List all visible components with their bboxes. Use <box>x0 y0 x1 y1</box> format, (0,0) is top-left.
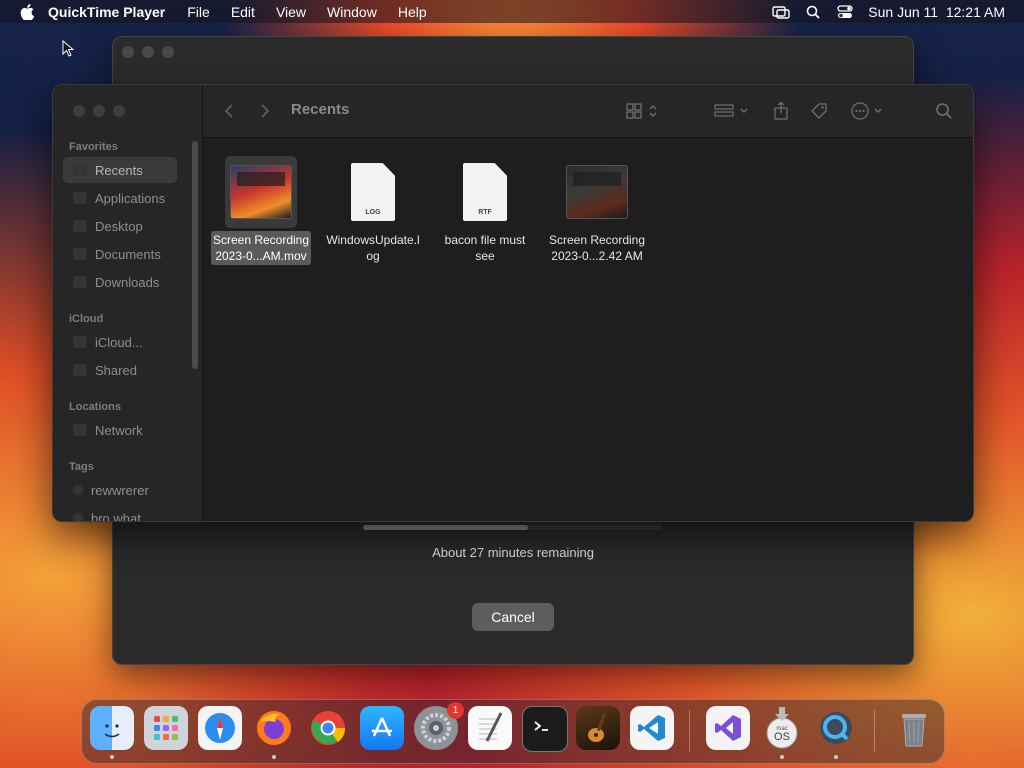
finder-toolbar: Recents <box>203 85 973 138</box>
dialog-minimize-button[interactable] <box>93 105 105 117</box>
edit-menu[interactable]: Edit <box>231 4 255 20</box>
quicktime-icon[interactable] <box>814 706 858 759</box>
document-icon <box>73 248 87 260</box>
running-indicator <box>110 755 114 759</box>
finder-sidebar: Favorites Recents Applications Desktop D… <box>53 85 203 521</box>
sidebar-item-recents[interactable]: Recents <box>63 157 177 183</box>
garageband-icon[interactable] <box>576 706 620 750</box>
group-by-icon[interactable] <box>714 101 750 121</box>
video-thumbnail-icon <box>225 156 297 228</box>
tag-dot-icon <box>73 485 83 495</box>
sidebar-item-downloads[interactable]: Downloads <box>63 269 177 295</box>
sidebar-item-icloud-drive[interactable]: iCloud... <box>63 329 177 355</box>
date-time-clock[interactable]: Sun Jun 11 12:21 AM <box>868 4 1005 20</box>
notification-badge: 1 <box>447 702 464 719</box>
shared-folder-icon <box>73 364 87 376</box>
window-menu[interactable]: Window <box>327 4 377 20</box>
running-indicator <box>780 755 784 759</box>
icloud-header: iCloud <box>69 313 104 325</box>
zoom-button[interactable] <box>162 46 174 58</box>
visual-studio-icon[interactable] <box>706 706 750 750</box>
clock-icon <box>73 164 87 176</box>
favorites-header: Favorites <box>69 141 118 153</box>
macos-installer-icon[interactable]: mac OS <box>760 706 804 759</box>
share-icon[interactable] <box>773 101 789 121</box>
app-store-icon[interactable] <box>360 706 404 750</box>
video-thumbnail-icon <box>561 156 633 228</box>
close-button[interactable] <box>122 46 134 58</box>
terminal-icon[interactable] <box>522 706 568 752</box>
trash-icon[interactable] <box>892 706 936 750</box>
file-item-windowsupdate-log[interactable]: LOG WindowsUpdate.l og <box>319 156 427 265</box>
app-name-menu[interactable]: QuickTime Player <box>48 4 165 20</box>
finder-open-dialog: Favorites Recents Applications Desktop D… <box>52 84 974 522</box>
file-name: Screen Recording 2023-0...2.42 AM <box>548 233 646 263</box>
log-document-icon: LOG <box>337 156 409 228</box>
sidebar-item-shared[interactable]: Shared <box>63 357 177 383</box>
sidebar-scrollbar[interactable] <box>192 141 198 369</box>
tag-icon[interactable] <box>810 101 828 121</box>
time-remaining-text: About 27 minutes remaining <box>432 545 594 560</box>
file-item-screen-recording-1[interactable]: Screen Recording 2023-0...AM.mov <box>207 156 315 265</box>
tag-dot-icon <box>73 513 83 521</box>
back-chevron-icon[interactable] <box>223 101 235 121</box>
dock-separator <box>689 710 690 752</box>
textedit-icon[interactable] <box>468 706 512 750</box>
sidebar-item-desktop[interactable]: Desktop <box>63 213 177 239</box>
locations-header: Locations <box>69 401 121 413</box>
network-globe-icon <box>73 424 87 436</box>
spotlight-search-icon[interactable] <box>804 5 822 19</box>
vscode-icon[interactable] <box>630 706 674 750</box>
menu-bar: QuickTime Player File Edit View Window H… <box>0 0 1024 23</box>
cancel-button[interactable]: Cancel <box>472 603 554 631</box>
running-indicator <box>834 755 838 759</box>
svg-text:OS: OS <box>774 731 790 743</box>
help-menu[interactable]: Help <box>398 4 427 20</box>
sidebar-item-tag[interactable]: bro what <box>63 505 177 521</box>
dock-separator <box>874 710 875 752</box>
chrome-icon[interactable] <box>306 706 350 750</box>
export-progress-bar <box>363 525 663 530</box>
rtf-document-icon: RTF <box>449 156 521 228</box>
sidebar-item-documents[interactable]: Documents <box>63 241 177 267</box>
file-menu[interactable]: File <box>187 4 210 20</box>
forward-chevron-icon[interactable] <box>259 101 271 121</box>
applications-icon <box>73 192 87 204</box>
system-settings-icon[interactable]: 1 <box>414 702 464 750</box>
apple-menu-icon[interactable] <box>20 3 34 20</box>
more-actions-icon[interactable] <box>851 101 885 121</box>
firefox-icon[interactable] <box>252 706 296 759</box>
launchpad-icon[interactable] <box>144 706 188 750</box>
dialog-close-button[interactable] <box>73 105 85 117</box>
running-indicator <box>272 755 276 759</box>
file-grid: Screen Recording 2023-0...AM.mov LOG Wind… <box>203 138 973 521</box>
file-item-screen-recording-2[interactable]: Screen Recording 2023-0...2.42 AM <box>543 156 651 265</box>
search-icon[interactable] <box>935 101 953 121</box>
file-item-bacon-rtf[interactable]: RTF bacon file must see <box>431 156 539 265</box>
mouse-cursor-icon <box>62 39 75 63</box>
file-name: Screen Recording 2023-0...AM.mov <box>210 231 312 265</box>
safari-icon[interactable] <box>198 706 242 750</box>
sidebar-item-applications[interactable]: Applications <box>63 185 177 211</box>
window-controls <box>122 46 174 58</box>
location-title: Recents <box>291 101 350 118</box>
control-center-icon[interactable] <box>836 4 854 19</box>
tags-header: Tags <box>69 461 94 473</box>
minimize-button[interactable] <box>142 46 154 58</box>
view-mode-icon[interactable] <box>626 101 660 121</box>
file-name: WindowsUpdate.l og <box>326 233 420 263</box>
dialog-zoom-button[interactable] <box>113 105 125 117</box>
desktop-icon <box>73 220 87 232</box>
finder-icon[interactable] <box>90 706 134 759</box>
sidebar-item-network[interactable]: Network <box>63 417 177 443</box>
cloud-icon <box>73 336 87 348</box>
dialog-window-controls <box>73 105 125 117</box>
download-icon <box>73 276 87 288</box>
view-menu[interactable]: View <box>276 4 306 20</box>
sidebar-item-tag[interactable]: rewwrerer <box>63 477 177 503</box>
file-name: bacon file must see <box>444 233 526 263</box>
dock: 1 mac OS <box>81 699 945 764</box>
screen-mirroring-icon[interactable] <box>772 5 790 19</box>
